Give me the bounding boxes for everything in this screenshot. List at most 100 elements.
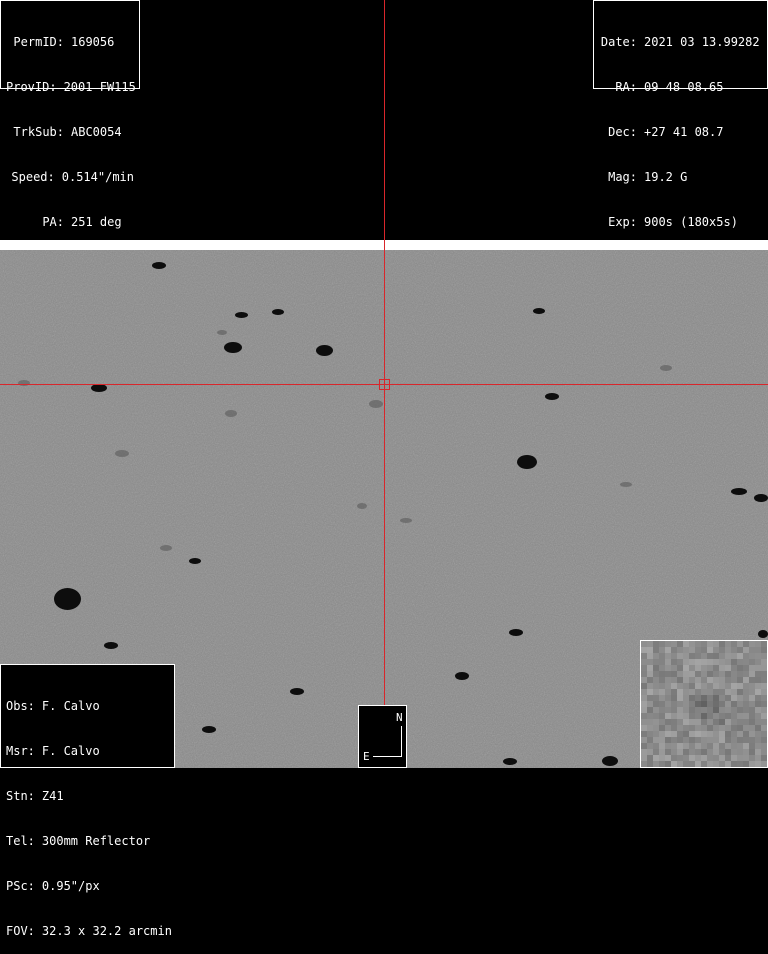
zoom-pixel <box>647 725 653 731</box>
zoom-pixel <box>683 647 689 653</box>
zoom-pixel <box>719 641 725 647</box>
zoom-pixel <box>641 671 647 677</box>
info-value: 0.514"/min <box>61 170 134 184</box>
info-key: PSc: <box>6 879 35 893</box>
zoom-pixel <box>659 671 665 677</box>
zoom-pixel <box>659 743 665 749</box>
zoom-pixel <box>761 689 767 695</box>
zoom-pixel <box>761 737 767 743</box>
zoom-pixel <box>743 707 749 713</box>
zoom-pixel <box>665 755 671 761</box>
zoom-pixel <box>755 731 761 737</box>
zoom-pixel <box>653 707 659 713</box>
zoom-pixel <box>749 719 755 725</box>
info-value: F. Calvo <box>41 744 100 758</box>
zoom-pixel <box>695 743 701 749</box>
zoom-pixel <box>653 647 659 653</box>
zoom-pixel <box>761 701 767 707</box>
object-info-panel: PermID: 169056 ProvID: 2001 FW115 TrkSub: A… <box>0 0 140 229</box>
zoom-pixel <box>701 683 707 689</box>
zoom-pixel <box>683 689 689 695</box>
zoom-pixel <box>755 755 761 761</box>
zoom-pixel <box>665 677 671 683</box>
zoom-pixel <box>719 677 725 683</box>
zoom-pixel <box>755 719 761 725</box>
zoom-pixel <box>647 653 653 659</box>
zoom-pixel <box>713 737 719 743</box>
zoom-pixel <box>647 671 653 677</box>
zoom-pixel <box>701 653 707 659</box>
zoom-pixel <box>725 725 731 731</box>
zoom-pixel <box>737 641 743 647</box>
info-key: Exp: <box>608 215 637 229</box>
zoom-pixel <box>749 701 755 707</box>
zoom-pixel <box>641 701 647 707</box>
zoom-pixel <box>731 707 737 713</box>
zoom-pixel <box>755 683 761 689</box>
zoom-pixel <box>731 725 737 731</box>
star <box>316 345 333 356</box>
zoom-pixel <box>737 677 743 683</box>
zoom-pixel <box>659 689 665 695</box>
zoom-pixel <box>701 713 707 719</box>
zoom-pixel <box>749 731 755 737</box>
zoom-pixel <box>659 659 665 665</box>
target-marker <box>379 379 390 390</box>
target-zoom-thumbnail <box>640 640 768 768</box>
zoom-pixel <box>713 743 719 749</box>
zoom-pixel <box>761 665 767 671</box>
zoom-pixel <box>665 647 671 653</box>
zoom-pixel <box>737 671 743 677</box>
zoom-pixel <box>731 671 737 677</box>
zoom-pixel <box>689 719 695 725</box>
info-value: F. Calvo <box>41 699 100 713</box>
zoom-pixel <box>647 695 653 701</box>
zoom-pixel <box>677 665 683 671</box>
zoom-pixel <box>659 647 665 653</box>
zoom-pixel <box>707 749 713 755</box>
zoom-pixel <box>731 755 737 761</box>
zoom-pixel <box>671 671 677 677</box>
zoom-pixel <box>683 749 689 755</box>
zoom-pixel <box>695 713 701 719</box>
zoom-pixel <box>761 743 767 749</box>
zoom-pixel <box>743 659 749 665</box>
zoom-pixel <box>719 689 725 695</box>
zoom-pixel <box>707 659 713 665</box>
zoom-pixel <box>701 725 707 731</box>
faint-star <box>225 410 237 417</box>
zoom-pixel <box>761 683 767 689</box>
zoom-pixel <box>761 731 767 737</box>
info-row-fov: FOV: 32.3 x 32.2 arcmin <box>6 924 172 939</box>
zoom-pixel <box>713 713 719 719</box>
zoom-pixel <box>755 725 761 731</box>
info-value: 300mm Reflector <box>41 834 151 848</box>
zoom-pixel <box>737 713 743 719</box>
zoom-pixel <box>653 659 659 665</box>
zoom-pixel <box>761 725 767 731</box>
zoom-pixel <box>689 695 695 701</box>
zoom-pixel <box>755 665 761 671</box>
zoom-pixel <box>719 749 725 755</box>
zoom-pixel <box>755 749 761 755</box>
zoom-pixel <box>641 737 647 743</box>
zoom-pixel <box>743 683 749 689</box>
zoom-pixel <box>671 647 677 653</box>
info-key: PermID: <box>13 35 64 49</box>
zoom-pixel <box>749 641 755 647</box>
zoom-pixel <box>749 665 755 671</box>
zoom-pixel <box>737 647 743 653</box>
zoom-pixel <box>653 695 659 701</box>
zoom-pixel <box>713 755 719 761</box>
zoom-pixel <box>653 641 659 647</box>
info-row-ra: RA: 09 48 08.65 <box>599 80 762 95</box>
zoom-pixel <box>713 689 719 695</box>
zoom-pixel <box>671 659 677 665</box>
zoom-pixel <box>659 695 665 701</box>
zoom-pixel <box>665 719 671 725</box>
zoom-pixel <box>707 671 713 677</box>
zoom-pixel <box>695 695 701 701</box>
zoom-pixel <box>707 719 713 725</box>
zoom-pixel <box>665 725 671 731</box>
zoom-pixel <box>725 713 731 719</box>
